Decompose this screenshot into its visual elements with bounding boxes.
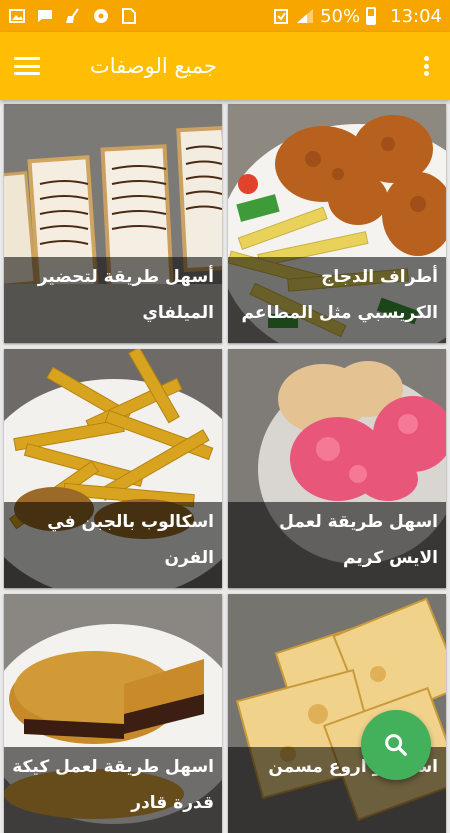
battery-icon	[366, 7, 377, 25]
battery-percent: 50%	[320, 5, 361, 27]
recipe-card-ice-cream[interactable]: اسهل طريقة لعمل الايس كريم	[228, 349, 446, 588]
status-system: 50% 13:04	[272, 6, 442, 27]
more-vert-icon[interactable]	[414, 54, 438, 78]
recipe-card-crispy-chicken[interactable]: أطراف الدجاج الكريسبي مثل المطاعم	[228, 104, 446, 343]
recipe-title: اسهل طريقة لعمل كيكة قدرة قادر	[4, 747, 222, 833]
recipe-title: أطراف الدجاج الكريسبي مثل المطاعم	[228, 257, 446, 343]
soccer-ball-icon	[92, 8, 110, 24]
search-icon	[385, 734, 407, 756]
message-icon	[36, 8, 54, 24]
hamburger-menu-icon[interactable]	[12, 54, 42, 78]
status-bar: 50% 13:04	[0, 0, 450, 32]
sim-card-icon	[120, 8, 138, 24]
signal-icon	[296, 8, 314, 24]
image-icon	[8, 8, 26, 24]
battery-saver-icon	[272, 8, 290, 24]
recipe-card-fries[interactable]: اسكالوب بالجبن في الفرن	[4, 349, 222, 588]
search-fab[interactable]	[361, 710, 431, 780]
broom-icon	[64, 8, 82, 24]
page-title: جميع الوصفات	[90, 54, 218, 78]
app-bar: جميع الوصفات	[0, 32, 450, 100]
recipe-card-flan-cake[interactable]: اسهل طريقة لعمل كيكة قدرة قادر	[4, 594, 222, 833]
recipe-title: اسكالوب بالجبن في الفرن	[4, 502, 222, 588]
recipe-title: أسهل طريقة لتحضير الميلفاي	[4, 257, 222, 343]
recipe-card-msemen[interactable]: اسهل و اروع مسمن	[228, 594, 446, 833]
clock: 13:04	[390, 5, 442, 27]
recipe-title: اسهل طريقة لعمل الايس كريم	[228, 502, 446, 588]
recipe-card-millefeuille[interactable]: أسهل طريقة لتحضير الميلفاي	[4, 104, 222, 343]
status-notifications	[8, 8, 138, 24]
